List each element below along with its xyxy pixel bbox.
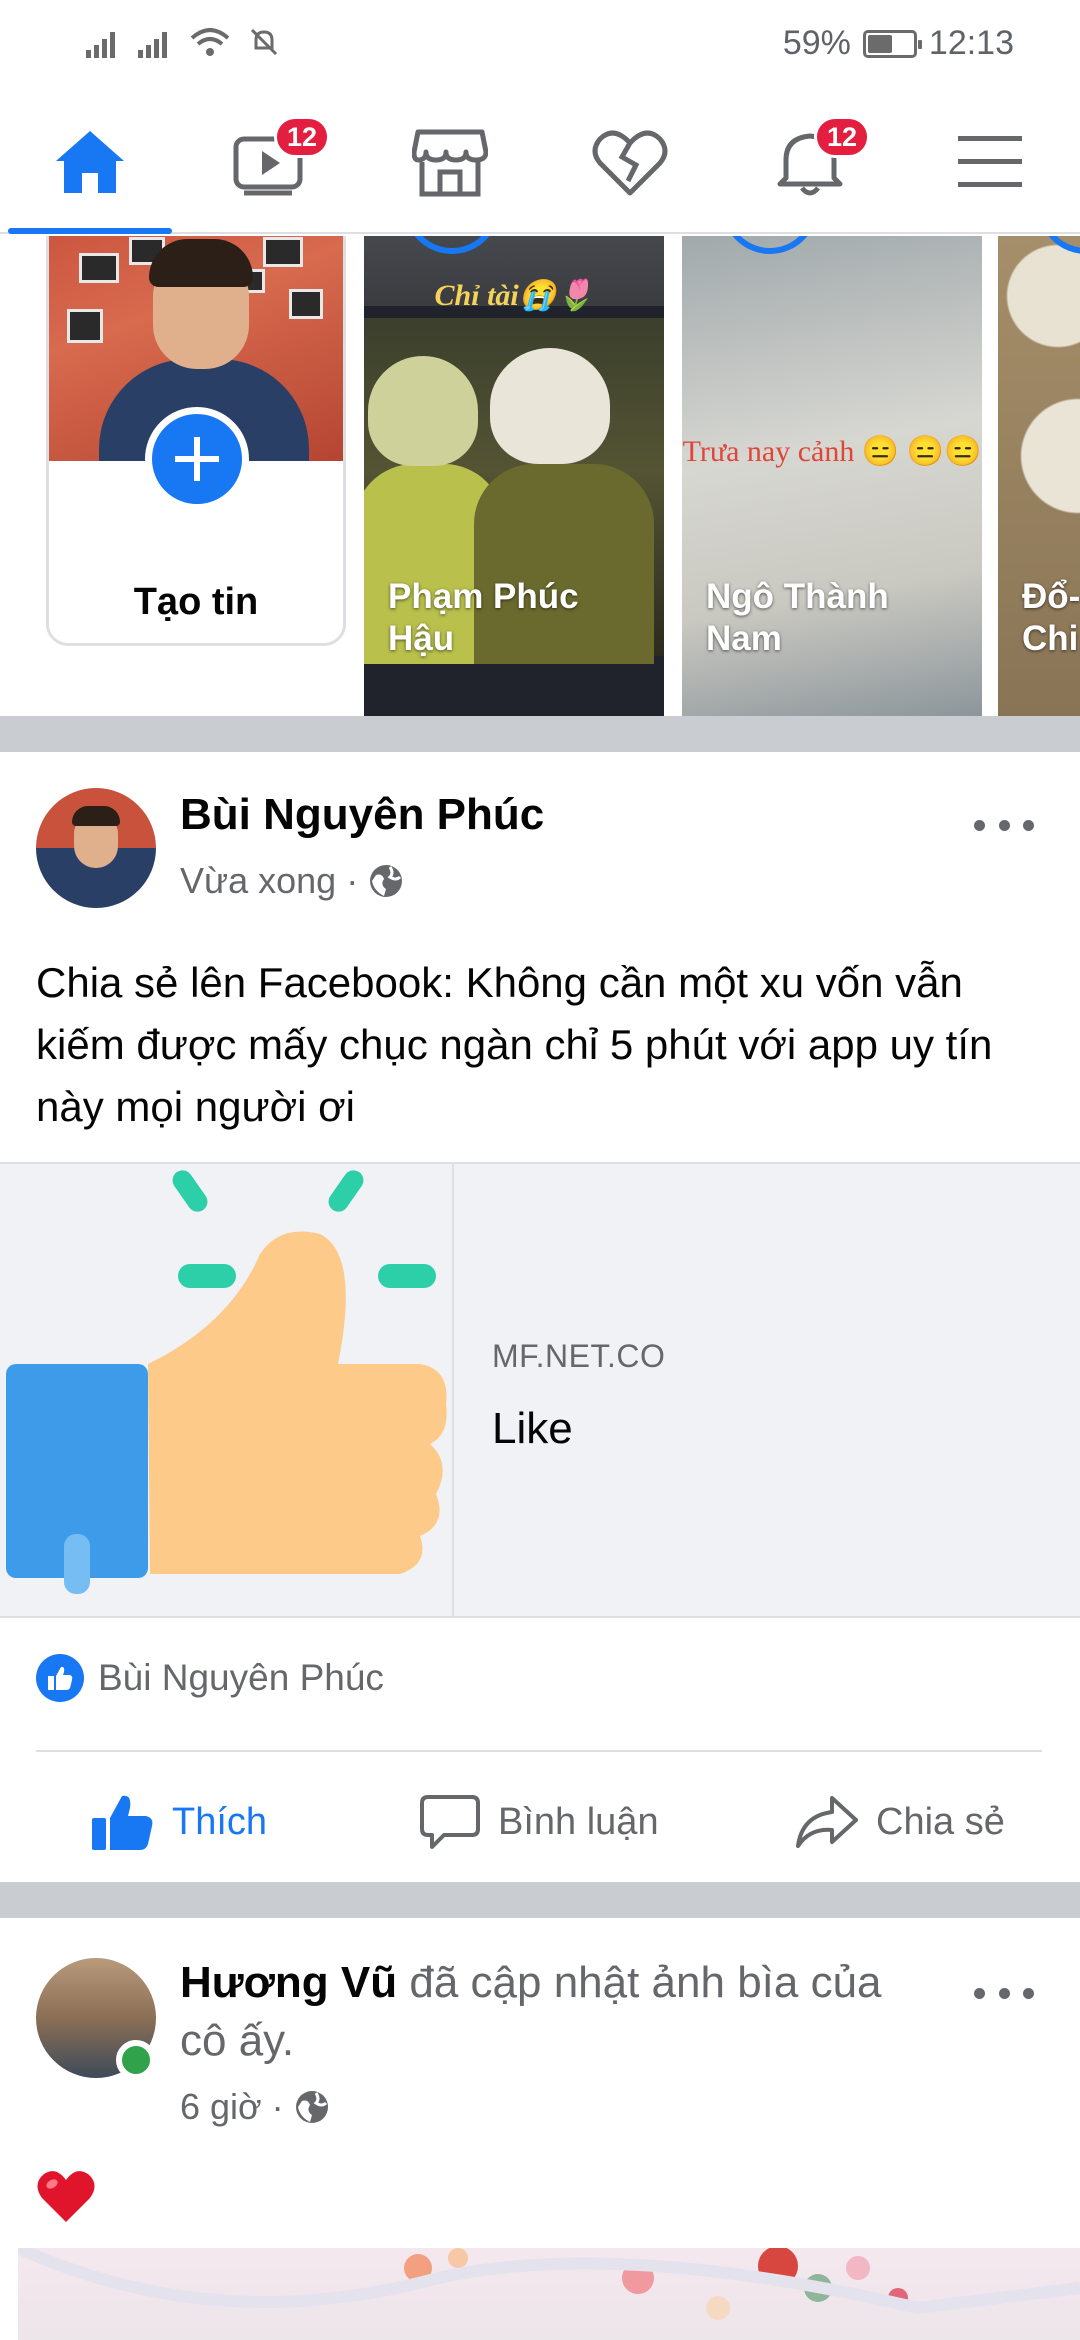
home-icon — [56, 131, 124, 193]
like-label: Thích — [172, 1800, 268, 1843]
story-author: Đổ- Chi — [1022, 577, 1080, 658]
nav-watch[interactable]: 12 — [180, 92, 360, 232]
comment-label: Bình luận — [498, 1800, 659, 1843]
thumbs-up-icon — [92, 1795, 153, 1850]
post-card: Hương Vũ đã cập nhật ảnh bìa của cô ấy. … — [0, 1918, 1080, 2340]
battery-fill — [867, 34, 893, 53]
nav-home[interactable] — [0, 92, 180, 234]
nav-menu[interactable] — [900, 92, 1080, 232]
like-reaction-icon — [36, 1654, 84, 1702]
mute-icon — [250, 28, 278, 56]
share-label: Chia sẻ — [876, 1800, 1005, 1843]
create-story-label: Tạo tin — [133, 581, 259, 623]
status-icons-right: 59% 12:13 — [783, 24, 1014, 63]
reactions-names: Bùi Nguyên Phúc — [98, 1657, 384, 1698]
story-card[interactable]: Trưa nay cảnh 😑 😑😑 Ngô Thành Nam — [682, 236, 982, 716]
stories-tray: Tạo tin Chỉ tài😭🌷 Phạm Phúc Hậu Trưa nay… — [0, 236, 1080, 716]
wifi-icon — [190, 28, 230, 56]
clock: 12:13 — [928, 24, 1014, 62]
status-icons-left — [86, 26, 280, 58]
online-status-dot — [116, 2040, 156, 2080]
story-caption: Chỉ tài😭🌷 — [434, 279, 594, 312]
watch-badge: 12 — [274, 116, 331, 158]
top-nav: 12 12 — [0, 92, 1080, 234]
story-caption: Trưa nay cảnh 😑 😑😑 — [682, 435, 982, 468]
post-author[interactable]: Hương Vũ — [180, 1958, 397, 2007]
post-meta: 6 giờ · — [180, 2086, 330, 2128]
plus-icon — [175, 437, 219, 481]
signal-icon — [86, 32, 115, 58]
post-author[interactable]: Bùi Nguyên Phúc — [180, 790, 544, 840]
add-story-button[interactable] — [145, 407, 249, 511]
signal-icon-2 — [138, 32, 167, 58]
nav-active-indicator — [8, 228, 172, 234]
thumbs-up-illustration — [0, 1164, 454, 1616]
post-time[interactable]: Vừa xong — [180, 860, 336, 902]
menu-icon — [958, 136, 1022, 187]
post-header-text: Hương Vũ đã cập nhật ảnh bìa của cô ấy. — [180, 1954, 940, 2070]
post-time[interactable]: 6 giờ — [180, 2086, 262, 2128]
globe-icon — [295, 2091, 328, 2123]
link-title: Like — [492, 1404, 573, 1453]
reactions-summary[interactable]: Bùi Nguyên Phúc — [36, 1654, 384, 1702]
avatar[interactable] — [36, 788, 156, 908]
notifications-badge: 12 — [814, 116, 871, 158]
comment-button[interactable]: Bình luận — [420, 1752, 659, 1892]
feed-divider — [0, 1882, 1080, 1918]
status-bar: 59% 12:13 — [0, 0, 1080, 92]
share-icon — [796, 1796, 858, 1848]
more-options-icon[interactable] — [974, 810, 1034, 840]
battery-percent: 59% — [782, 24, 851, 62]
create-story-card[interactable]: Tạo tin — [46, 236, 346, 646]
post-text: Chia sẻ lên Facebook: Không cần một xu v… — [36, 959, 993, 1130]
like-button[interactable]: Thích — [90, 1752, 267, 1892]
nav-dating[interactable] — [540, 92, 720, 232]
comment-icon — [420, 1795, 480, 1849]
nav-notifications[interactable]: 12 — [720, 92, 900, 232]
battery-icon — [862, 29, 922, 58]
feed-divider — [0, 716, 1080, 752]
post-meta: Vừa xong · — [180, 860, 404, 902]
heart-icon — [592, 130, 668, 196]
story-card[interactable]: Đổ- Chi — [998, 236, 1080, 716]
story-author: Ngô Thành Nam — [706, 577, 889, 658]
story-author: Phạm Phúc Hậu — [388, 577, 579, 658]
link-domain: MF.NET.CO — [492, 1338, 666, 1374]
shop-icon — [412, 129, 488, 197]
nav-marketplace[interactable] — [360, 92, 540, 232]
globe-icon — [370, 865, 403, 897]
heart-emoji — [36, 2168, 96, 2229]
post-actions: Thích Bình luận Chia sẻ — [0, 1752, 1080, 1892]
cover-photo[interactable] — [18, 2248, 1080, 2340]
more-options-icon[interactable] — [974, 1978, 1034, 2008]
post-card: Bùi Nguyên Phúc Vừa xong · Chia sẻ lên F… — [0, 752, 1080, 1882]
link-preview[interactable]: MF.NET.CO Like — [0, 1162, 1080, 1618]
share-button[interactable]: Chia sẻ — [796, 1752, 1005, 1892]
story-card[interactable]: Chỉ tài😭🌷 Phạm Phúc Hậu — [364, 236, 664, 716]
